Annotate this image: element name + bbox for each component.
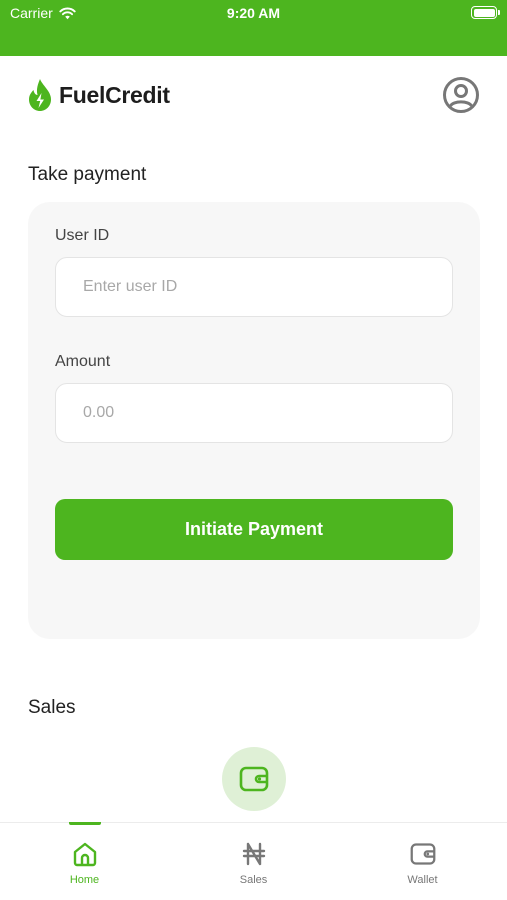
tab-sales[interactable]: Sales xyxy=(169,823,338,900)
payment-card: User ID Amount Initiate Payment xyxy=(28,202,480,639)
amount-input[interactable] xyxy=(55,383,453,443)
home-icon xyxy=(72,841,98,867)
active-tab-indicator xyxy=(68,822,101,825)
wallet-icon xyxy=(239,766,269,792)
tab-wallet[interactable]: Wallet xyxy=(338,823,507,900)
naira-icon xyxy=(241,841,267,867)
initiate-payment-button[interactable]: Initiate Payment xyxy=(55,499,453,560)
tab-home[interactable]: Home xyxy=(0,822,169,900)
status-bar: Carrier 9:20 AM xyxy=(0,0,507,56)
brand-name: FuelCredit xyxy=(59,81,170,108)
brand-logo: FuelCredit xyxy=(27,78,170,112)
user-profile-icon xyxy=(443,77,479,113)
app-header: FuelCredit xyxy=(0,56,507,136)
tab-home-label: Home xyxy=(69,874,100,886)
battery-icon xyxy=(471,6,500,19)
profile-button[interactable] xyxy=(442,76,480,114)
fuel-drop-icon xyxy=(29,79,51,111)
bottom-tab-bar: Home Sales Wallet xyxy=(0,822,507,900)
user-id-input[interactable] xyxy=(55,257,453,317)
tab-sales-label: Sales xyxy=(239,874,268,886)
sales-title: Sales xyxy=(28,697,76,718)
take-payment-title: Take payment xyxy=(28,164,147,185)
wallet-fab-button[interactable] xyxy=(222,747,286,811)
status-time: 9:20 AM xyxy=(226,5,281,21)
amount-label: Amount xyxy=(55,353,111,370)
wallet-icon xyxy=(410,841,436,867)
tab-wallet-label: Wallet xyxy=(407,874,438,886)
user-id-label: User ID xyxy=(55,227,110,244)
